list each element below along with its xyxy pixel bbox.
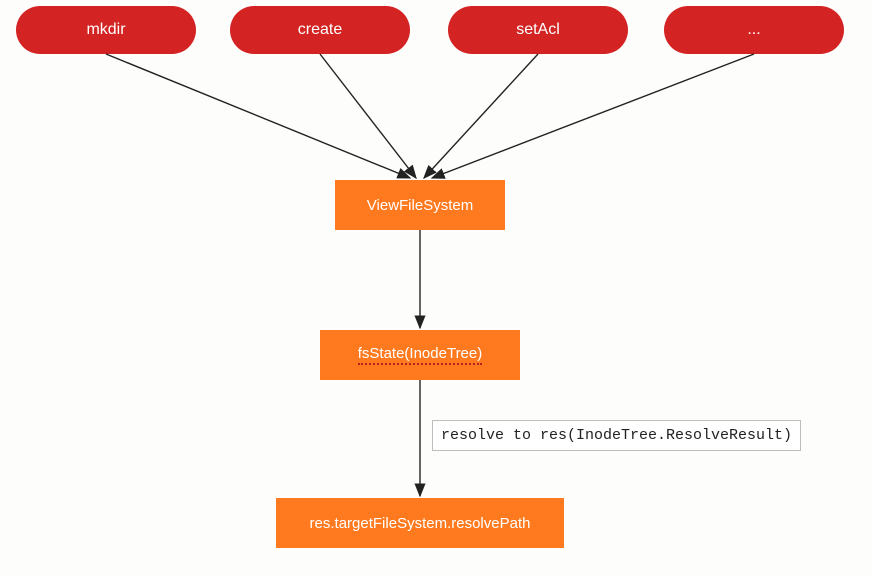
node-mkdir: mkdir — [16, 6, 196, 54]
node-viewfilesystem: ViewFileSystem — [335, 180, 505, 230]
edge-mkdir-viewfs — [106, 54, 410, 178]
node-more: ... — [664, 6, 844, 54]
node-mkdir-label: mkdir — [86, 21, 125, 39]
edge-annotation-resolve: resolve to res(InodeTree.ResolveResult) — [432, 420, 801, 451]
node-viewfilesystem-label: ViewFileSystem — [367, 197, 473, 214]
node-create-label: create — [298, 21, 342, 39]
node-more-label: ... — [747, 21, 760, 39]
node-resolvepath: res.targetFileSystem.resolvePath — [276, 498, 564, 548]
edge-more-viewfs — [432, 54, 754, 178]
node-create: create — [230, 6, 410, 54]
node-setacl: setAcl — [448, 6, 628, 54]
node-fsstate-label: fsState(InodeTree) — [358, 345, 483, 365]
node-fsstate: fsState(InodeTree) — [320, 330, 520, 380]
node-resolvepath-label: res.targetFileSystem.resolvePath — [310, 515, 531, 532]
node-setacl-label: setAcl — [516, 21, 560, 39]
edge-setacl-viewfs — [424, 54, 538, 178]
edge-annotation-resolve-text: resolve to res(InodeTree.ResolveResult) — [441, 427, 792, 444]
diagram-arrows — [0, 0, 872, 576]
edge-create-viewfs — [320, 54, 416, 178]
